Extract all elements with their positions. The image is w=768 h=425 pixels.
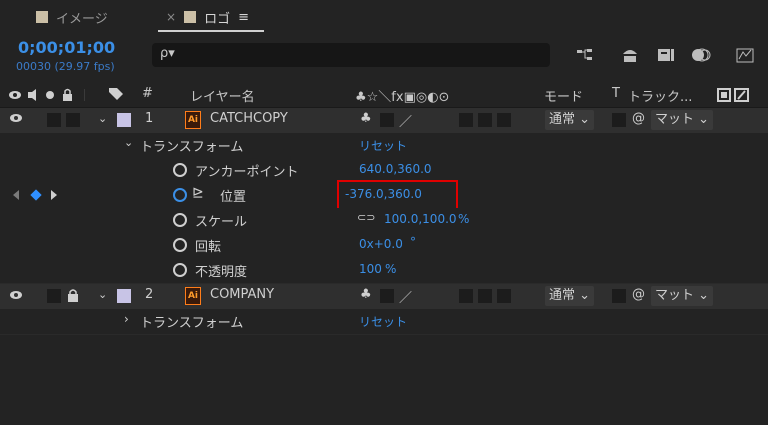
property-label: スケール (195, 215, 248, 230)
trackmatte-prefix: T (612, 86, 620, 101)
property-label: 不透明度 (195, 265, 248, 280)
twirl-chevron-icon[interactable]: ⌄ (98, 112, 107, 125)
preserve-transparency-toggle[interactable] (612, 289, 626, 303)
layer-name[interactable]: CATCHCOPY (210, 111, 288, 126)
trackmatte-header[interactable]: トラック... (628, 86, 692, 105)
twirl-open-icon[interactable]: ⌄ (124, 136, 133, 149)
panel-tab-bar (0, 0, 768, 34)
close-icon[interactable]: × (166, 10, 176, 24)
track-matte-dropdown[interactable]: マット ⌄ (651, 286, 714, 306)
preserve-transparency-toggle[interactable] (612, 113, 626, 127)
stopwatch-icon[interactable] (173, 263, 187, 277)
property-value[interactable]: 100.0,100.0 (384, 212, 457, 226)
transform-label: トランスフォーム (140, 140, 244, 155)
mode-header[interactable]: モード (544, 86, 583, 105)
frame-count-display: 00030 (29.97 fps) (16, 60, 115, 73)
stopwatch-icon[interactable] (173, 238, 187, 252)
search-icon: ρ▾ (160, 46, 175, 61)
motion-blur-switch[interactable] (459, 113, 473, 127)
adjustment-switch[interactable] (478, 113, 492, 127)
visibility-eye-icon[interactable] (9, 112, 23, 128)
quality-switch-icon[interactable]: ／ (399, 111, 412, 130)
adjustment-switch[interactable] (478, 289, 492, 303)
stopwatch-active-icon[interactable] (173, 188, 187, 202)
parent-pickwhip-header-icon (717, 88, 751, 106)
tab-image-label: イメージ (56, 11, 108, 27)
next-keyframe-icon[interactable] (51, 190, 57, 200)
tab-color-swatch (184, 11, 197, 23)
transform-reset-link[interactable]: リセット (359, 137, 407, 154)
layer-name-header[interactable]: レイヤー名 (190, 86, 255, 105)
property-row-opacity (0, 258, 768, 284)
draft-3d-icon[interactable] (619, 44, 641, 66)
graph-editor-icon[interactable] (734, 44, 756, 66)
twirl-chevron-icon[interactable]: ⌄ (98, 288, 107, 301)
constrain-proportions-icon[interactable]: ⊂⊃ (357, 211, 375, 224)
property-value[interactable]: 100 (359, 262, 382, 276)
3d-layer-switch[interactable] (497, 289, 511, 303)
property-label: 位置 (220, 190, 247, 205)
transform-reset-link[interactable]: リセット (359, 313, 407, 330)
av-features-header (8, 88, 98, 106)
layer-number: 2 (145, 287, 154, 302)
shy-switch-icon[interactable]: ♣ (360, 287, 372, 302)
collapse-switch[interactable] (380, 113, 394, 127)
solo-toggle[interactable] (47, 113, 61, 127)
3d-layer-switch[interactable] (497, 113, 511, 127)
switches-header: ♣☆＼fx▣◎◐⊙ (355, 90, 450, 105)
visibility-eye-icon[interactable] (9, 289, 23, 305)
quality-switch-icon[interactable]: ／ (399, 287, 412, 306)
track-matte-dropdown[interactable]: マット ⌄ (651, 110, 714, 130)
collapse-switch[interactable] (380, 289, 394, 303)
layer-label-color[interactable] (117, 289, 131, 303)
current-time-display[interactable]: 0;00;01;00 (18, 38, 115, 57)
twirl-closed-icon[interactable]: › (124, 312, 129, 326)
layer-number: 1 (145, 111, 154, 126)
property-unit: % (385, 262, 397, 276)
tab-logo-label: ロゴ (204, 11, 231, 27)
graph-icon[interactable]: ⊵ (192, 185, 204, 201)
search-input[interactable]: ρ▾ (152, 43, 550, 67)
property-unit: % (458, 212, 470, 226)
lock-icon[interactable] (67, 288, 79, 306)
property-value[interactable]: 0x+0.0 (359, 237, 403, 251)
blend-mode-dropdown[interactable]: 通常 ⌄ (545, 286, 595, 306)
tab-color-swatch (36, 11, 48, 23)
solo-toggle[interactable] (47, 289, 61, 303)
tab-logo[interactable]: × ロゴ ≡ (166, 6, 249, 28)
blend-mode-dropdown[interactable]: 通常 ⌄ (545, 110, 595, 130)
layer-number-header: # (142, 86, 153, 101)
property-value[interactable]: 640.0,360.0 (359, 162, 432, 176)
matte-icon: @ (632, 287, 645, 302)
active-tab-indicator (158, 30, 264, 32)
property-value[interactable]: -376.0,360.0 (345, 187, 422, 201)
illustrator-file-icon: Ai (185, 111, 201, 129)
motion-blur-switch[interactable] (459, 289, 473, 303)
property-label: 回転 (195, 240, 222, 255)
illustrator-file-icon: Ai (185, 287, 201, 305)
stopwatch-icon[interactable] (173, 213, 187, 227)
menu-icon[interactable]: ≡ (238, 10, 249, 25)
layer-label-color[interactable] (117, 113, 131, 127)
lock-toggle[interactable] (66, 113, 80, 127)
prev-keyframe-icon[interactable] (13, 190, 19, 200)
property-label: アンカーポイント (195, 165, 299, 180)
shy-switch-icon[interactable]: ♣ (360, 111, 372, 126)
property-unit: ° (410, 235, 416, 249)
motion-blur-icon[interactable] (690, 44, 712, 66)
transform-label: トランスフォーム (140, 316, 244, 331)
tab-image[interactable]: イメージ (36, 6, 108, 28)
comp-flowchart-icon[interactable] (574, 44, 596, 66)
label-tag-icon (108, 86, 124, 106)
matte-icon: @ (632, 111, 645, 126)
layer-name[interactable]: COMPANY (210, 287, 274, 302)
frame-blending-icon[interactable] (655, 44, 677, 66)
stopwatch-icon[interactable] (173, 163, 187, 177)
